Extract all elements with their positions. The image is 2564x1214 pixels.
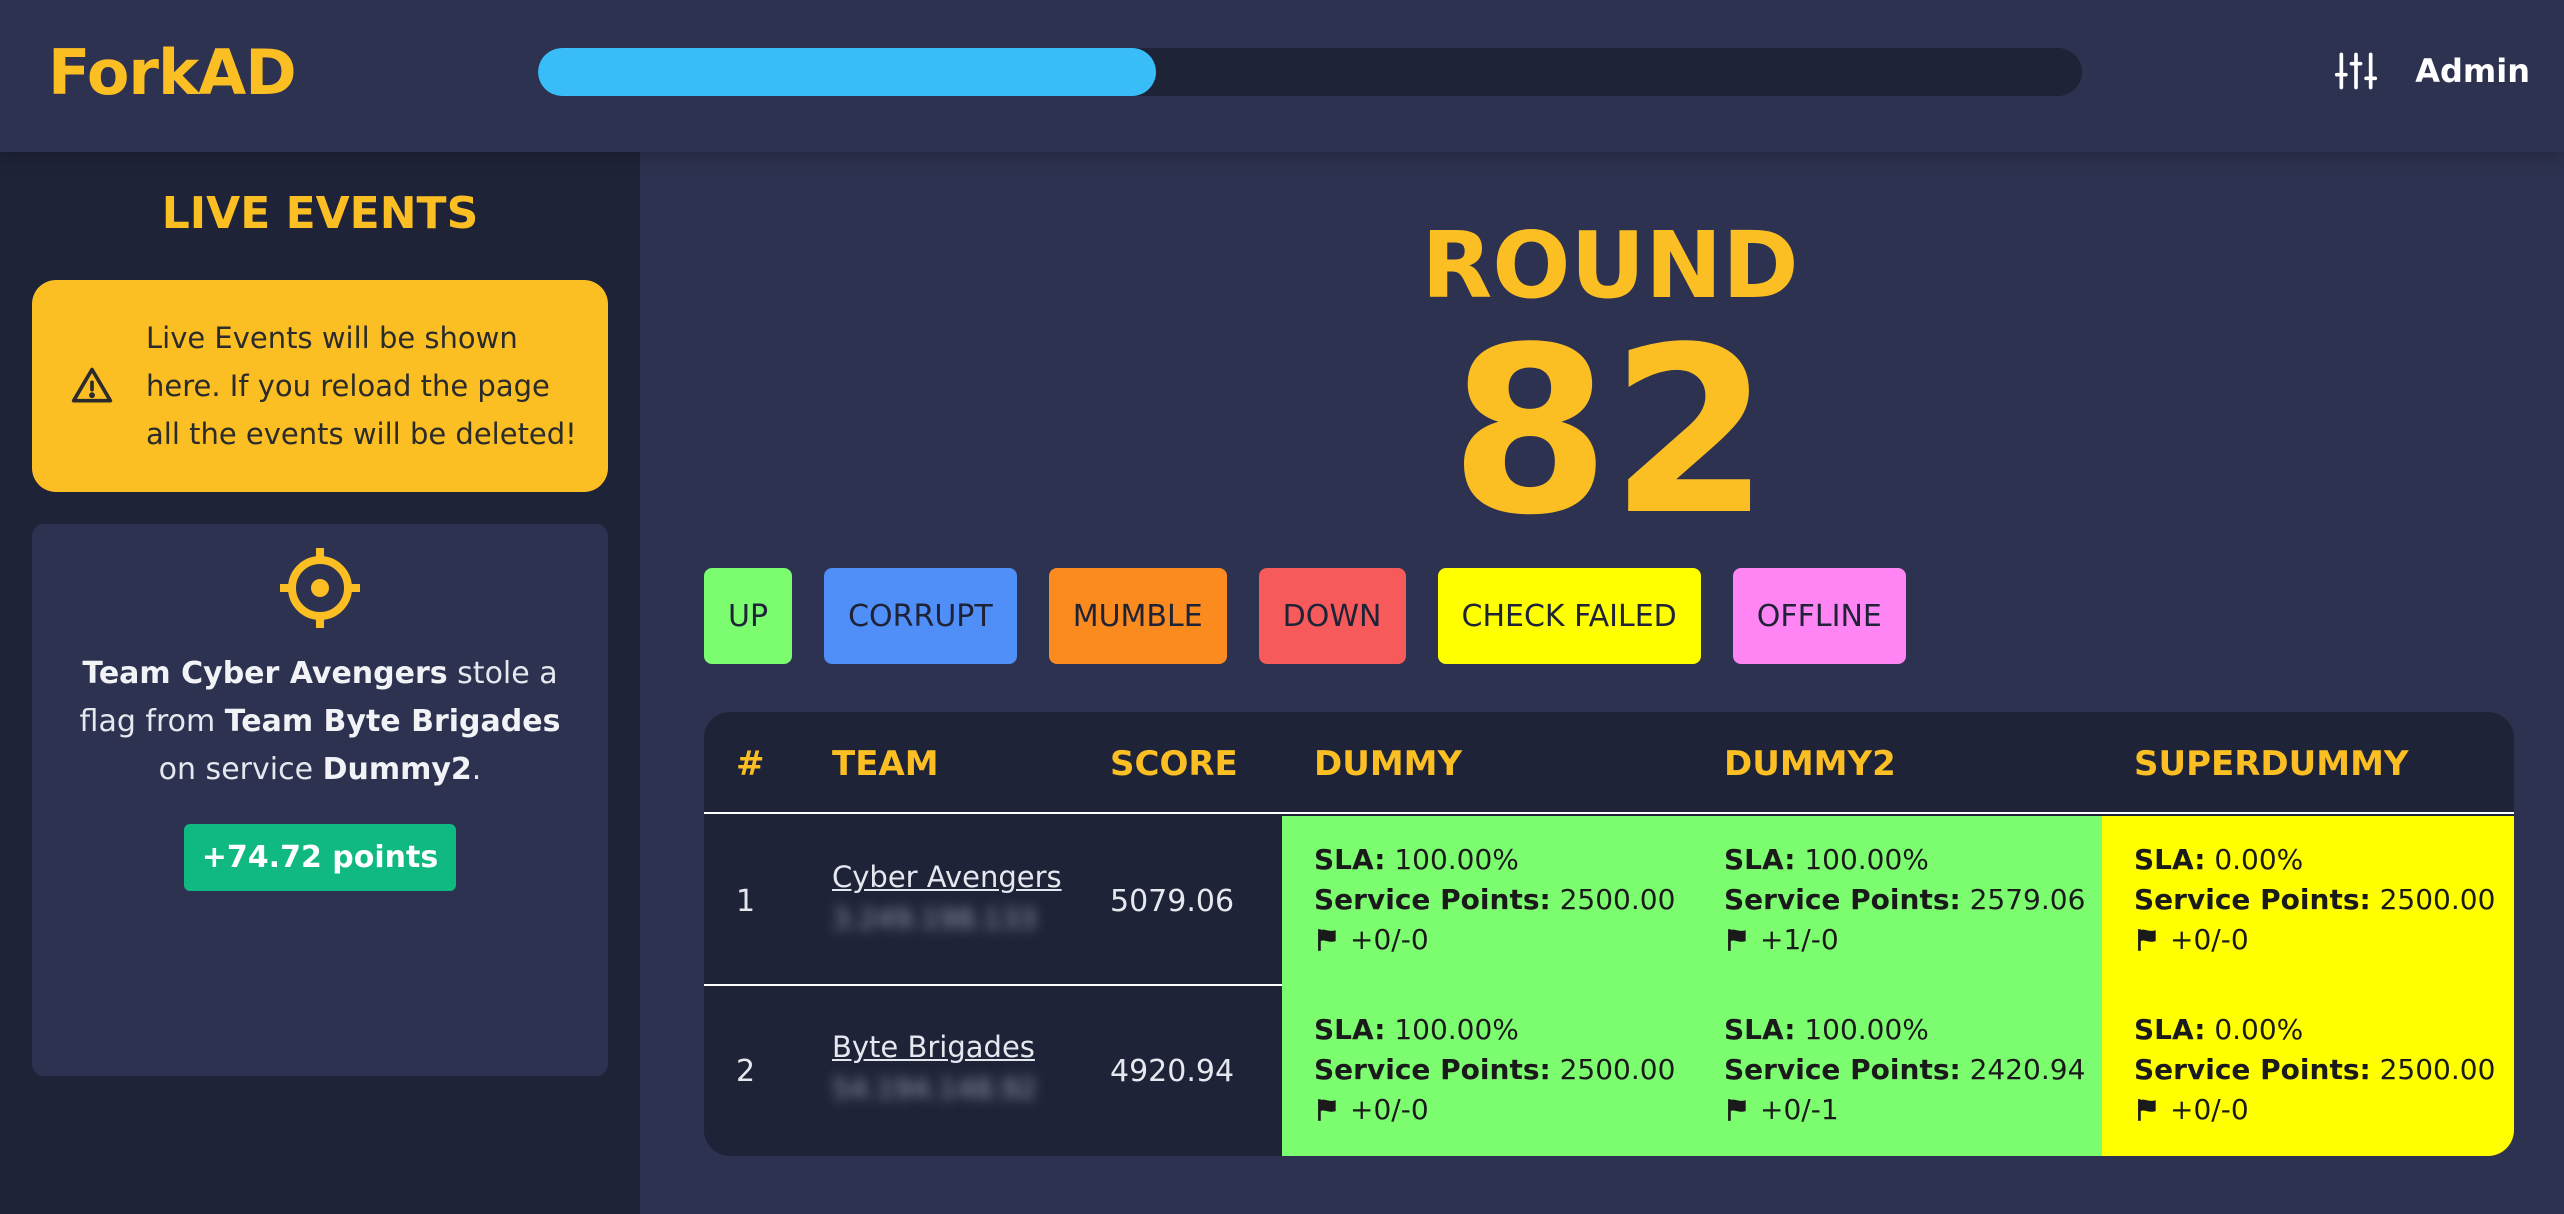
score-cell: 5079.06 — [1110, 884, 1235, 919]
flags-value: +0/-0 — [1350, 1093, 1429, 1126]
flag-icon — [1314, 1097, 1340, 1123]
service-points-value: 2500.00 — [2379, 883, 2496, 916]
points-line: Service Points: 2500.00 — [1314, 883, 1676, 916]
table-row: 1 Cyber Avengers 3.249.198.133 5079.06 S… — [704, 816, 2514, 986]
flag-icon — [1724, 927, 1750, 953]
flag-icon — [2134, 1097, 2160, 1123]
score-cell: 4920.94 — [1110, 1054, 1235, 1089]
victim-team: Team Byte Brigades — [224, 704, 561, 739]
table-header: # TEAM SCORE DUMMY DUMMY2 SUPERDUMMY — [704, 712, 2514, 814]
live-events-sidebar: LIVE EVENTS Live Events will be shown he… — [0, 152, 640, 1214]
sla-line: SLA: 100.00% — [1724, 1013, 1929, 1046]
service-cell: SLA: 0.00% Service Points: 2500.00 +0/-0 — [2102, 986, 2514, 1156]
table-row: 2 Byte Brigades 54.194.148.92 4920.94 SL… — [704, 986, 2514, 1156]
team-ip: 54.194.148.92 — [832, 1072, 1037, 1105]
flags-line: +0/-0 — [1314, 920, 1692, 960]
sla-line: SLA: 100.00% — [1314, 1013, 1519, 1046]
header-rank: # — [736, 744, 765, 784]
event-card: Team Cyber Avengers stole a flag from Te… — [32, 524, 608, 1076]
header-service-dummy2: DUMMY2 — [1724, 744, 1896, 784]
team-cell: Byte Brigades 54.194.148.92 — [832, 1030, 1037, 1105]
sla-value: 100.00% — [1804, 843, 1929, 876]
service-cell: SLA: 100.00% Service Points: 2500.00 +0/… — [1282, 816, 1692, 986]
live-events-title: LIVE EVENTS — [161, 188, 479, 239]
points-line: Service Points: 2420.94 — [1724, 1053, 2086, 1086]
rank-cell: 2 — [736, 1054, 756, 1089]
scoreboard-table: # TEAM SCORE DUMMY DUMMY2 SUPERDUMMY 1 C… — [704, 712, 2514, 1156]
service-cell: SLA: 100.00% Service Points: 2420.94 +0/… — [1692, 986, 2102, 1156]
sliders-icon[interactable] — [2333, 48, 2379, 94]
sla-line: SLA: 0.00% — [2134, 1013, 2304, 1046]
app-logo[interactable]: ForkAD — [48, 36, 297, 109]
event-text: Team Cyber Avengers stole a flag from Te… — [79, 656, 561, 787]
header-score: SCORE — [1110, 744, 1238, 784]
flags-value: +0/-0 — [2170, 923, 2249, 956]
points-badge: +74.72 points — [183, 824, 457, 891]
flags-value: +0/-1 — [1760, 1093, 1839, 1126]
team-link[interactable]: Cyber Avengers — [832, 860, 1062, 894]
legend-offline[interactable]: OFFLINE — [1732, 568, 1906, 664]
round-number: 82 — [1449, 299, 1771, 566]
rank-cell: 1 — [736, 884, 756, 919]
flag-icon — [2134, 927, 2160, 953]
flags-line: +0/-0 — [2134, 920, 2514, 960]
crosshair-icon — [278, 546, 362, 630]
flags-line: +0/-1 — [1724, 1090, 2102, 1130]
sla-line: SLA: 0.00% — [2134, 843, 2304, 876]
points-line: Service Points: 2579.06 — [1724, 883, 2086, 916]
service-cell: SLA: 100.00% Service Points: 2500.00 +0/… — [1282, 986, 1692, 1156]
flags-value: +0/-0 — [1350, 923, 1429, 956]
header-service-superdummy: SUPERDUMMY — [2134, 744, 2409, 784]
sla-value: 100.00% — [1394, 843, 1519, 876]
team-ip: 3.249.198.133 — [832, 902, 1037, 935]
admin-area: Admin — [2333, 46, 2530, 96]
sla-value: 0.00% — [2214, 1013, 2304, 1046]
round-progress-fill — [538, 48, 1156, 96]
header-team: TEAM — [832, 744, 939, 784]
service-cell: SLA: 0.00% Service Points: 2500.00 +0/-0 — [2102, 816, 2514, 986]
flags-line: +1/-0 — [1724, 920, 2102, 960]
service-points-value: 2420.94 — [1969, 1053, 2086, 1086]
flags-value: +1/-0 — [1760, 923, 1839, 956]
flag-icon — [1724, 1097, 1750, 1123]
status-legend: UP CORRUPT MUMBLE DOWN CHECK FAILED OFFLINE — [704, 568, 1906, 664]
team-link[interactable]: Byte Brigades — [832, 1030, 1037, 1064]
legend-up[interactable]: UP — [704, 568, 793, 664]
admin-link[interactable]: Admin — [2415, 52, 2530, 90]
live-events-notice: Live Events will be shown here. If you r… — [32, 280, 608, 492]
legend-down[interactable]: DOWN — [1258, 568, 1406, 664]
service-points-value: 2500.00 — [1559, 1053, 1676, 1086]
service-points-value: 2500.00 — [1559, 883, 1676, 916]
sla-value: 100.00% — [1804, 1013, 1929, 1046]
sla-value: 100.00% — [1394, 1013, 1519, 1046]
points-line: Service Points: 2500.00 — [1314, 1053, 1676, 1086]
round-progress-bar — [538, 48, 2082, 96]
attacker-team: Team Cyber Avengers — [82, 656, 448, 691]
points-line: Service Points: 2500.00 — [2134, 883, 2496, 916]
points-line: Service Points: 2500.00 — [2134, 1053, 2496, 1086]
legend-mumble[interactable]: MUMBLE — [1048, 568, 1227, 664]
legend-corrupt[interactable]: CORRUPT — [824, 568, 1017, 664]
notice-text: Live Events will be shown here. If you r… — [146, 321, 577, 451]
flags-line: +0/-0 — [2134, 1090, 2514, 1130]
sla-value: 0.00% — [2214, 843, 2304, 876]
service-points-value: 2579.06 — [1969, 883, 2086, 916]
warning-icon — [64, 358, 120, 414]
flags-line: +0/-0 — [1314, 1090, 1692, 1130]
event-service: Dummy2 — [322, 752, 472, 787]
flag-icon — [1314, 927, 1340, 953]
service-cell: SLA: 100.00% Service Points: 2579.06 +1/… — [1692, 816, 2102, 986]
header-service-dummy: DUMMY — [1314, 744, 1463, 784]
sla-line: SLA: 100.00% — [1314, 843, 1519, 876]
service-points-value: 2500.00 — [2379, 1053, 2496, 1086]
team-cell: Cyber Avengers 3.249.198.133 — [832, 860, 1062, 935]
legend-check-failed[interactable]: CHECK FAILED — [1437, 568, 1701, 664]
sla-line: SLA: 100.00% — [1724, 843, 1929, 876]
top-navbar: ForkAD Admin — [0, 0, 2564, 152]
flags-value: +0/-0 — [2170, 1093, 2249, 1126]
